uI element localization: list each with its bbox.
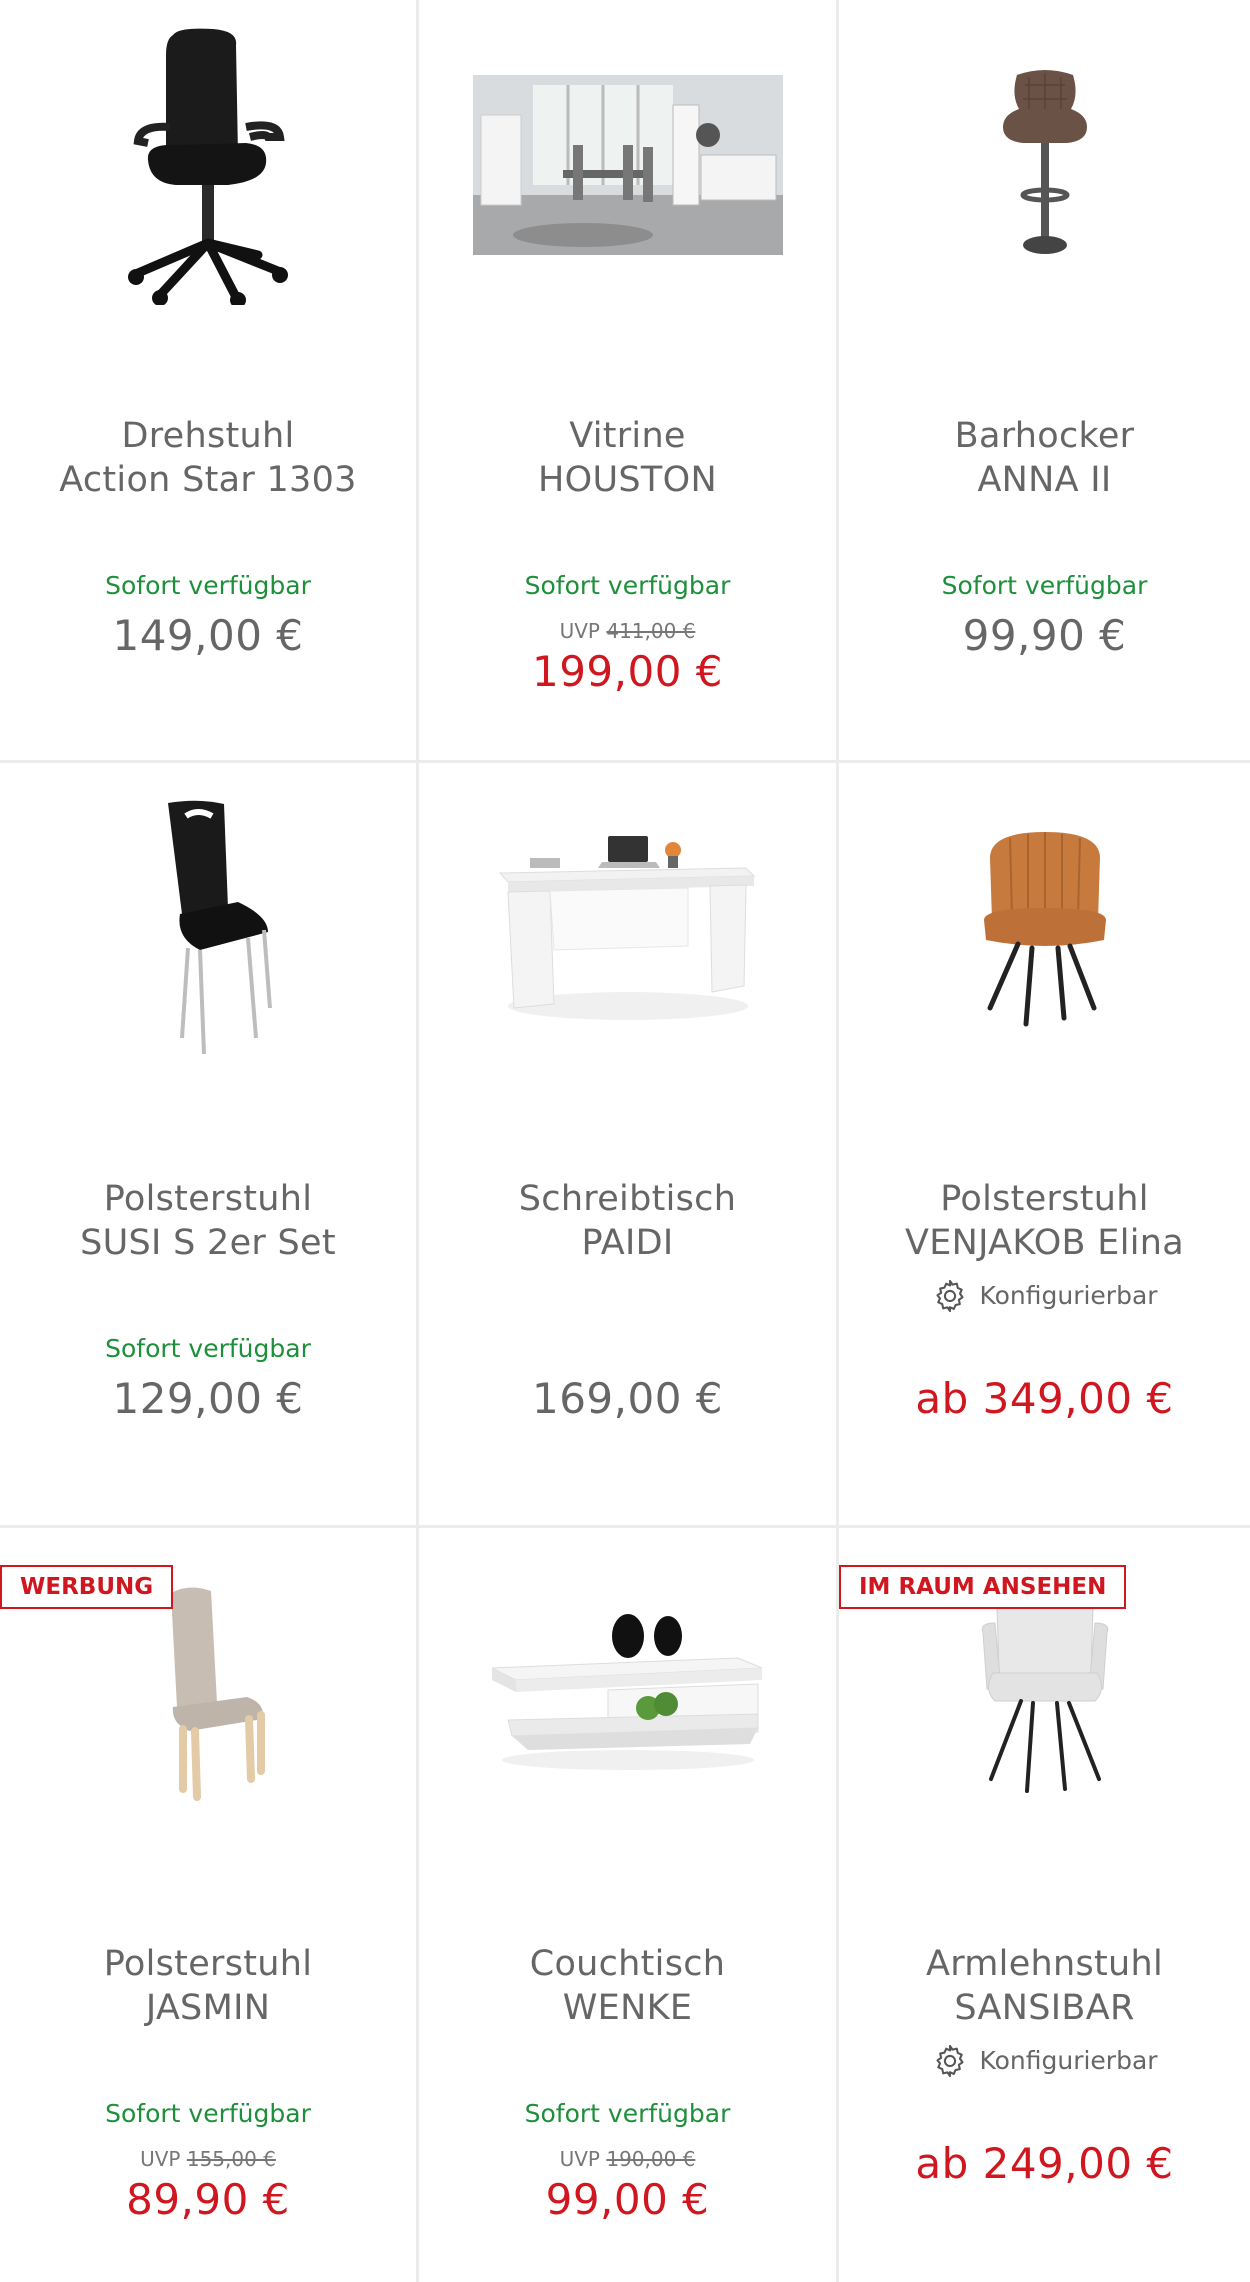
uvp-price: 190,00 € <box>606 2147 696 2171</box>
product-image[interactable] <box>0 763 416 1093</box>
uvp-price: 155,00 € <box>186 2147 276 2171</box>
living-room-image <box>472 75 783 255</box>
office-chair-image <box>128 28 288 305</box>
product-name-line1[interactable]: Vitrine <box>419 414 836 458</box>
product-card-polsterstuhl-jasmin[interactable]: WERBUNG Polsterstuhl JASMIN Sofort verfü… <box>0 1528 416 2282</box>
product-name-line2[interactable]: Action Star 1303 <box>0 458 416 502</box>
product-name-line1[interactable]: Drehstuhl <box>0 414 416 458</box>
product-name-line1[interactable]: Polsterstuhl <box>0 1177 416 1221</box>
product-price: 89,90 € <box>126 2175 290 2224</box>
desk-image <box>498 836 755 1020</box>
product-image[interactable] <box>419 1528 836 1858</box>
dining-chair-image <box>168 800 272 1055</box>
uvp-label: UVP <box>140 2147 181 2171</box>
product-name-line1[interactable]: Couchtisch <box>419 1942 836 1986</box>
configurable-hint: Konfigurierbar <box>839 1277 1250 1315</box>
configurable-hint: Konfigurierbar <box>839 2042 1250 2080</box>
product-card-schreibtisch[interactable]: Schreibtisch PAIDI 169,00 € <box>419 763 836 1525</box>
product-card-drehstuhl[interactable]: Drehstuhl Action Star 1303 Sofort verfüg… <box>0 0 416 760</box>
product-price: ab 349,00 € <box>915 1374 1174 1423</box>
product-price: 129,00 € <box>112 1374 304 1423</box>
product-price: 99,90 € <box>962 611 1127 660</box>
availability-status: Sofort verfügbar <box>105 571 311 600</box>
availability-status: Sofort verfügbar <box>524 2099 731 2128</box>
uvp-price-row: UVP 155,00 € <box>0 2146 416 2172</box>
coffee-table-image <box>491 1614 762 1770</box>
armchair-white-image <box>981 1599 1108 1793</box>
product-name-line2[interactable]: VENJAKOB Elina <box>839 1221 1250 1265</box>
product-card-couchtisch[interactable]: Couchtisch WENKE Sofort verfügbar UVP 19… <box>419 1528 836 2282</box>
beige-chair-image <box>171 1587 265 1801</box>
product-name-line1[interactable]: Polsterstuhl <box>0 1942 416 1986</box>
availability-status: Sofort verfügbar <box>524 571 731 600</box>
bar-stool-image <box>1002 70 1087 254</box>
availability-status: Sofort verfügbar <box>105 2099 311 2128</box>
product-name-line2[interactable]: WENKE <box>419 1986 836 2030</box>
product-name-line2[interactable]: HOUSTON <box>419 458 836 502</box>
product-card-vitrine[interactable]: Vitrine HOUSTON Sofort verfügbar UVP 411… <box>419 0 836 760</box>
configurable-label: Konfigurierbar <box>979 1281 1158 1310</box>
product-price: 149,00 € <box>112 611 304 660</box>
product-name-line2[interactable]: JASMIN <box>0 1986 416 2030</box>
product-card-polsterstuhl-venjakob[interactable]: Polsterstuhl VENJAKOB Elina Konfigurierb… <box>839 763 1250 1525</box>
availability-status: Sofort verfügbar <box>941 571 1148 600</box>
product-price: 99,00 € <box>545 2175 710 2224</box>
uvp-price-row: UVP 411,00 € <box>419 618 836 644</box>
advertising-badge: WERBUNG <box>0 1565 174 1609</box>
product-image[interactable] <box>419 763 836 1093</box>
product-name-line2[interactable]: SANSIBAR <box>839 1986 1250 2030</box>
uvp-price-row: UVP 190,00 € <box>419 2146 836 2172</box>
uvp-price: 411,00 € <box>606 619 696 643</box>
product-name-line1[interactable]: Barhocker <box>839 414 1250 458</box>
armchair-orange-image <box>983 832 1106 1027</box>
product-name-line1[interactable]: Schreibtisch <box>419 1177 836 1221</box>
product-price: 199,00 € <box>531 647 724 696</box>
product-price: ab 249,00 € <box>915 2139 1174 2188</box>
product-name-line1[interactable]: Armlehnstuhl <box>839 1942 1250 1986</box>
product-name-line2[interactable]: PAIDI <box>419 1221 836 1265</box>
product-name-line1[interactable]: Polsterstuhl <box>839 1177 1250 1221</box>
gear-icon <box>936 1279 964 1313</box>
view-in-room-badge[interactable]: IM RAUM ANSEHEN <box>839 1565 1127 1609</box>
product-image[interactable] <box>0 0 416 330</box>
uvp-label: UVP <box>559 2147 600 2171</box>
product-image[interactable] <box>839 763 1250 1093</box>
product-name-line2[interactable]: ANNA II <box>839 458 1250 502</box>
product-grid: Drehstuhl Action Star 1303 Sofort verfüg… <box>0 0 1250 2282</box>
product-card-polsterstuhl-susi[interactable]: Polsterstuhl SUSI S 2er Set Sofort verfü… <box>0 763 416 1525</box>
product-card-barhocker[interactable]: Barhocker ANNA II Sofort verfügbar 99,90… <box>839 0 1250 760</box>
product-card-armlehnstuhl[interactable]: IM RAUM ANSEHEN Armlehnstuhl SANSIBAR Ko… <box>839 1528 1250 2282</box>
configurable-label: Konfigurierbar <box>979 2046 1158 2075</box>
product-name-line2[interactable]: SUSI S 2er Set <box>0 1221 416 1265</box>
uvp-label: UVP <box>559 619 600 643</box>
product-price: 169,00 € <box>531 1374 724 1423</box>
availability-status: Sofort verfügbar <box>105 1334 311 1363</box>
product-image[interactable] <box>839 0 1250 330</box>
product-image[interactable] <box>419 0 836 330</box>
gear-icon <box>936 2044 964 2078</box>
